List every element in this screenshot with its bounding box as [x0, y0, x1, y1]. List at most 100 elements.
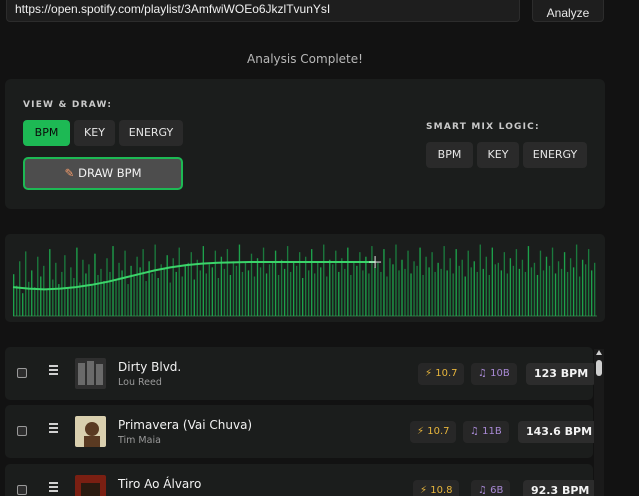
scroll-up-arrow-icon[interactable] — [596, 350, 602, 355]
chart-bar — [229, 274, 232, 316]
chart-bar — [431, 252, 433, 316]
chart-bar — [13, 274, 15, 316]
mix-key-button[interactable]: KEY — [477, 142, 519, 168]
chart-bar — [542, 270, 545, 316]
chart-bar — [166, 255, 168, 316]
track-artist: Lou Reed — [118, 377, 162, 388]
chart-bar — [497, 262, 500, 316]
chart-bar — [383, 249, 385, 316]
chart-bar — [347, 247, 349, 316]
chart-bar — [314, 273, 316, 316]
view-bpm-button[interactable]: BPM — [23, 120, 70, 146]
chart-bar — [353, 261, 355, 316]
chart-bar — [178, 247, 180, 316]
chart-bar — [181, 276, 183, 316]
bolt-icon: ⚡︎ — [425, 368, 433, 379]
bolt-icon: ⚡︎ — [420, 485, 428, 496]
energy-value: 10.8 — [430, 485, 453, 496]
drag-handle-icon[interactable] — [49, 423, 59, 433]
chart-bar — [190, 252, 192, 316]
chart-bar — [88, 264, 90, 316]
smart-mix-label: SMART MIX LOGIC: — [426, 122, 540, 132]
chart-bar — [488, 274, 490, 316]
chart-bar — [28, 281, 30, 316]
key-value: 6B — [490, 485, 504, 496]
chart-bar — [395, 244, 397, 316]
chart-bar — [301, 278, 304, 316]
chart-bar — [545, 256, 548, 316]
chart-bar — [286, 246, 289, 316]
chart-bar — [536, 274, 539, 316]
chart-bar — [142, 249, 144, 316]
chart-bar — [280, 259, 283, 316]
chart-bar — [491, 247, 493, 316]
album-art-figure — [85, 422, 99, 436]
chart-bar — [554, 273, 557, 316]
chart-bar — [199, 270, 201, 316]
bpm-chart[interactable] — [5, 234, 605, 322]
album-art-figure — [84, 436, 100, 447]
chart-bar — [259, 267, 262, 316]
track-checkbox[interactable] — [17, 426, 27, 436]
chart-bar — [392, 264, 394, 316]
chart-bar — [449, 258, 451, 316]
chart-bar — [214, 250, 217, 316]
chart-bar — [175, 271, 177, 316]
track-row[interactable]: Tiro Ao Álvaro ⚡︎ 10.8 ♫ 6B 92.3 BPM — [5, 464, 598, 496]
music-note-icon: ♫ — [470, 426, 479, 437]
chart-bar — [169, 282, 171, 316]
chart-bar — [368, 273, 370, 316]
view-key-button[interactable]: KEY — [74, 120, 115, 146]
chart-bar — [184, 265, 186, 316]
chart-bar — [509, 258, 512, 316]
draw-bpm-label: DRAW BPM — [78, 166, 142, 180]
chart-bar — [437, 262, 439, 316]
bpm-chart-svg[interactable] — [5, 234, 605, 322]
control-panel: VIEW & DRAW: BPM KEY ENERGY ✎ DRAW BPM SM… — [5, 79, 605, 209]
music-note-icon: ♫ — [478, 368, 487, 379]
chart-bar — [106, 258, 108, 316]
draw-bpm-button[interactable]: ✎ DRAW BPM — [23, 157, 183, 190]
key-badge: ♫ 10B — [471, 363, 517, 385]
chart-bar — [407, 250, 409, 316]
chart-bar — [590, 270, 593, 316]
chart-bar — [283, 268, 286, 316]
music-note-icon: ♫ — [478, 485, 487, 496]
drag-handle-icon[interactable] — [49, 482, 59, 492]
chart-bar — [452, 273, 454, 316]
chart-bar — [461, 259, 463, 316]
chart-bar — [350, 274, 352, 316]
chart-bar — [160, 264, 162, 316]
scrollbar-thumb[interactable] — [596, 360, 602, 376]
chart-bar — [506, 273, 509, 316]
track-checkbox[interactable] — [17, 368, 27, 378]
chart-bar — [127, 284, 129, 316]
chart-bar — [256, 258, 259, 316]
chart-bar — [440, 268, 442, 316]
album-art — [75, 358, 106, 389]
chart-bar — [371, 246, 373, 316]
chart-bar — [551, 247, 554, 316]
key-badge: ♫ 11B — [463, 421, 509, 443]
chart-bar — [91, 285, 93, 316]
chart-bar — [136, 256, 138, 316]
track-row[interactable]: Dirty Blvd. Lou Reed ⚡︎ 10.7 ♫ 10B 123 B… — [5, 347, 597, 400]
analyze-button[interactable]: Analyze — [532, 0, 604, 22]
chart-bar — [292, 261, 295, 316]
chart-bar — [295, 265, 298, 316]
track-row[interactable]: Primavera (Vai Chuva) Tim Maia ⚡︎ 10.7 ♫… — [5, 405, 601, 458]
chart-bar — [133, 276, 135, 316]
mix-bpm-button[interactable]: BPM — [426, 142, 473, 168]
chart-bar — [16, 285, 18, 316]
chart-bar — [320, 267, 322, 316]
chart-bar — [548, 265, 551, 316]
playlist-url-input[interactable]: https://open.spotify.com/playlist/3Amfwi… — [6, 0, 520, 22]
chart-bar — [329, 259, 331, 316]
mix-energy-button[interactable]: ENERGY — [523, 142, 587, 168]
view-energy-button[interactable]: ENERGY — [119, 120, 183, 146]
chart-bar — [208, 264, 211, 316]
chart-bar — [365, 256, 367, 316]
drag-handle-icon[interactable] — [49, 365, 59, 375]
chart-bar — [401, 259, 403, 316]
track-checkbox[interactable] — [17, 485, 27, 495]
